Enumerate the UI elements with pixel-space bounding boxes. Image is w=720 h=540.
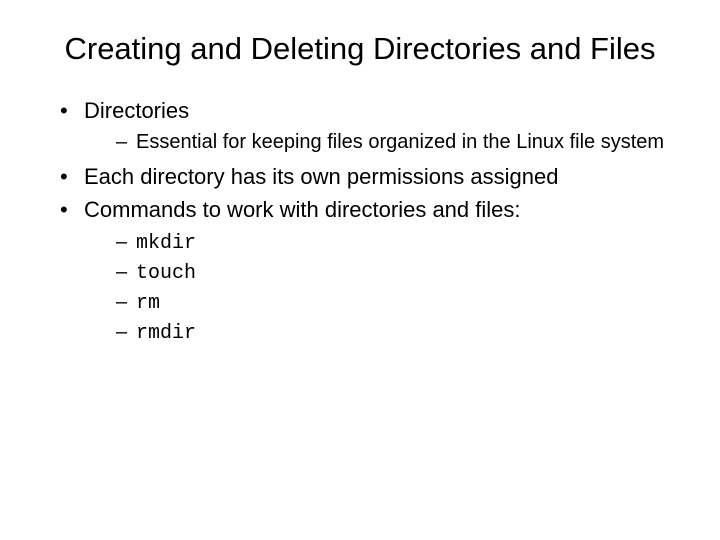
command-text: rmdir [136, 322, 196, 345]
sub-bullet-item: mkdir [116, 229, 680, 257]
bullet-item: Commands to work with directories and fi… [60, 196, 680, 347]
bullet-list: Directories Essential for keeping files … [40, 97, 680, 347]
command-text: rm [136, 292, 160, 315]
slide-title: Creating and Deleting Directories and Fi… [60, 30, 660, 69]
sub-bullet-item: touch [116, 259, 680, 287]
sub-bullet-list: mkdir touch rm rmdir [84, 229, 680, 347]
sub-bullet-list: Essential for keeping files organized in… [84, 129, 680, 155]
bullet-text: Commands to work with directories and fi… [84, 197, 521, 222]
bullet-item: Directories Essential for keeping files … [60, 97, 680, 156]
slide: Creating and Deleting Directories and Fi… [0, 0, 720, 540]
bullet-text: Each directory has its own permissions a… [84, 164, 558, 189]
bullet-text: Directories [84, 98, 189, 123]
sub-bullet-item: Essential for keeping files organized in… [116, 129, 680, 155]
sub-bullet-item: rm [116, 289, 680, 317]
bullet-item: Each directory has its own permissions a… [60, 163, 680, 192]
command-text: touch [136, 262, 196, 285]
sub-bullet-text: Essential for keeping files organized in… [136, 131, 664, 153]
sub-bullet-item: rmdir [116, 319, 680, 347]
command-text: mkdir [136, 232, 196, 255]
